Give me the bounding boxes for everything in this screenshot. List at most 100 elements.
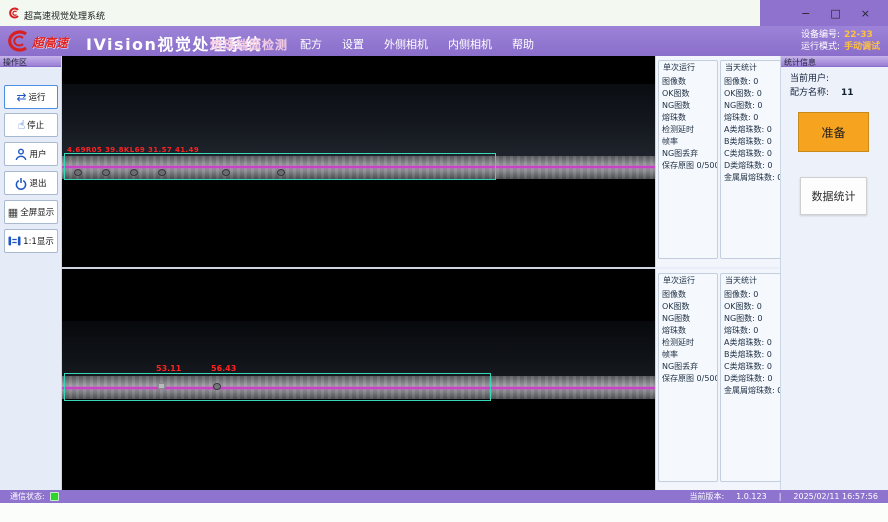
stop-button[interactable]: ☝ 停止 xyxy=(4,113,58,137)
recipe-label: 配方名称: xyxy=(790,88,829,98)
bead-mark xyxy=(158,383,165,389)
version-label: 当前版本: xyxy=(689,491,724,502)
single-run-title: 单次运行 xyxy=(662,275,696,286)
brand-logo-icon xyxy=(4,29,30,53)
stat-row: D类熔珠数: 0 xyxy=(724,160,780,172)
stat-row: 金属屑熔珠数: 0 xyxy=(724,172,780,184)
device-number-value: 22-33 xyxy=(844,30,873,40)
one-to-one-button[interactable]: 1:1显示 xyxy=(4,229,58,253)
camera2-measurement-right: 56.43 xyxy=(211,364,236,373)
single-run-rows: 图像数OK图数NG图数熔珠数检测延时帧率NG图丢弃保存原图 0/500 xyxy=(662,76,717,172)
stat-row: OK图数 xyxy=(662,88,717,100)
single-run-groupbox: 单次运行 图像数OK图数NG图数熔珠数检测延时帧率NG图丢弃保存原图 0/500 xyxy=(658,273,718,482)
main-area: 操作区 ⇄ 运行 ☝ 停止 用户 退出 ▦ xyxy=(0,56,888,490)
stat-row: 帧率 xyxy=(662,349,717,361)
stat-row: B类熔珠数: 0 xyxy=(724,349,780,361)
minimize-icon[interactable]: − xyxy=(801,8,810,19)
info-panel-title: 统计信息 xyxy=(781,56,888,67)
device-info: 设备编号:22-33 运行模式:手动调试 xyxy=(801,29,880,53)
today-stats-groupbox: 当天统计 图像数: 0OK图数: 0NG图数: 0熔珠数: 0A类熔珠数: 0B… xyxy=(720,60,781,259)
menu-outer-camera[interactable]: 外侧相机 xyxy=(384,36,428,52)
today-stats-groupbox: 当天统计 图像数: 0OK图数: 0NG图数: 0熔珠数: 0A类熔珠数: 0B… xyxy=(720,273,781,482)
statistics-column: 单次运行 图像数OK图数NG图数熔珠数检测延时帧率NG图丢弃保存原图 0/500… xyxy=(655,56,780,490)
bead-mark xyxy=(158,169,166,176)
menu-settings[interactable]: 设置 xyxy=(342,36,364,52)
current-user-line: 当前用户: xyxy=(790,71,829,84)
stat-row: 图像数: 0 xyxy=(724,76,780,88)
os-titlebar: 超高速视觉处理系统 − □ × xyxy=(0,0,888,26)
app-logo-icon xyxy=(8,7,20,19)
status-bar: 通信状态: 当前版本: 1.0.123 | 2025/02/11 16:57:5… xyxy=(0,490,888,503)
today-stats-title: 当天统计 xyxy=(724,275,758,286)
stat-row: NG图数 xyxy=(662,100,717,112)
stat-row: A类熔珠数: 0 xyxy=(724,337,780,349)
single-run-groupbox: 单次运行 图像数OK图数NG图数熔珠数检测延时帧率NG图丢弃保存原图 0/500 xyxy=(658,60,718,259)
sidebar-title: 操作区 xyxy=(0,56,61,67)
stat-row: 图像数: 0 xyxy=(724,289,780,301)
status-bar-right: 当前版本: 1.0.123 | 2025/02/11 16:57:56 xyxy=(689,491,878,502)
status-separator: | xyxy=(779,492,782,501)
today-stats-rows: 图像数: 0OK图数: 0NG图数: 0熔珠数: 0A类熔珠数: 0B类熔珠数:… xyxy=(724,76,780,184)
menu-inner-camera[interactable]: 内侧相机 xyxy=(448,36,492,52)
run-arrows-icon: ⇄ xyxy=(16,91,26,103)
camera-viewport: 4.69R05 39.8KL69 31.57 41.49 53.11 56.43 xyxy=(62,56,655,490)
camera2-background-band xyxy=(62,321,655,376)
run-button[interactable]: ⇄ 运行 xyxy=(4,85,58,109)
single-run-title: 单次运行 xyxy=(662,62,696,73)
camera2-roi-box xyxy=(64,373,491,401)
version-value: 1.0.123 xyxy=(736,492,767,501)
stat-row: 检测延时 xyxy=(662,337,717,349)
stat-row: 金属屑熔珠数: 0 xyxy=(724,385,780,397)
close-icon[interactable]: × xyxy=(861,8,870,19)
brand-text: 超高速 xyxy=(32,34,68,51)
recipe-line: 配方名称: 11 xyxy=(790,85,854,98)
window-controls: − □ × xyxy=(760,0,888,26)
power-icon xyxy=(15,177,27,190)
stat-row: 熔珠数 xyxy=(662,325,717,337)
prepare-button[interactable]: 准备 xyxy=(798,112,869,152)
exit-button-label: 退出 xyxy=(29,177,46,189)
operation-sidebar: 操作区 ⇄ 运行 ☝ 停止 用户 退出 ▦ xyxy=(0,56,62,490)
stat-row: 图像数 xyxy=(662,76,717,88)
app-header: 超高速 IVision视觉处理系统 熔珠端面检测 配方 设置 外侧相机 内侧相机… xyxy=(0,26,888,56)
stat-row: 帧率 xyxy=(662,136,717,148)
stat-row: B类熔珠数: 0 xyxy=(724,136,780,148)
menu-help[interactable]: 帮助 xyxy=(512,36,534,52)
bead-mark xyxy=(213,383,221,390)
current-user-label: 当前用户: xyxy=(790,74,829,84)
inner-camera-view: 53.11 56.43 xyxy=(62,269,655,490)
menu-recipe[interactable]: 配方 xyxy=(300,36,322,52)
stat-row: NG图数 xyxy=(662,313,717,325)
info-panel: 统计信息 当前用户: 配方名称: 11 准备 数据统计 xyxy=(780,56,888,490)
stat-row: OK图数: 0 xyxy=(724,301,780,313)
camera2-measurement-left: 53.11 xyxy=(156,364,181,373)
outer-camera-view: 4.69R05 39.8KL69 31.57 41.49 xyxy=(62,56,655,267)
stat-row: 熔珠数: 0 xyxy=(724,112,780,124)
today-stats-rows: 图像数: 0OK图数: 0NG图数: 0熔珠数: 0A类熔珠数: 0B类熔珠数:… xyxy=(724,289,780,397)
hand-stop-icon: ☝ xyxy=(18,119,25,131)
run-mode-line: 运行模式:手动调试 xyxy=(801,41,880,53)
one-to-one-button-label: 1:1显示 xyxy=(23,235,54,247)
fullscreen-button[interactable]: ▦ 全屏显示 xyxy=(4,200,58,224)
window-title: 超高速视觉处理系统 xyxy=(24,9,105,22)
user-icon xyxy=(15,148,27,161)
page-subtitle: 熔珠端面检测 xyxy=(210,36,288,53)
datetime-value: 2025/02/11 16:57:56 xyxy=(793,492,878,501)
one-to-one-icon xyxy=(8,235,21,247)
stat-row: OK图数: 0 xyxy=(724,88,780,100)
user-button[interactable]: 用户 xyxy=(4,142,58,166)
stat-row: D类熔珠数: 0 xyxy=(724,373,780,385)
camera1-measurement-annotation: 4.69R05 39.8KL69 31.57 41.49 xyxy=(67,146,199,154)
stat-row: 检测延时 xyxy=(662,124,717,136)
data-statistics-button[interactable]: 数据统计 xyxy=(800,177,867,215)
stat-row: A类熔珠数: 0 xyxy=(724,124,780,136)
stat-row: NG图数: 0 xyxy=(724,100,780,112)
exit-button[interactable]: 退出 xyxy=(4,171,58,195)
run-mode-value: 手动调试 xyxy=(844,42,880,52)
stop-button-label: 停止 xyxy=(27,119,44,131)
run-button-label: 运行 xyxy=(29,91,46,103)
stat-row: 熔珠数: 0 xyxy=(724,325,780,337)
maximize-icon[interactable]: □ xyxy=(830,8,840,19)
recipe-value: 11 xyxy=(841,88,854,98)
bead-mark xyxy=(102,169,110,176)
